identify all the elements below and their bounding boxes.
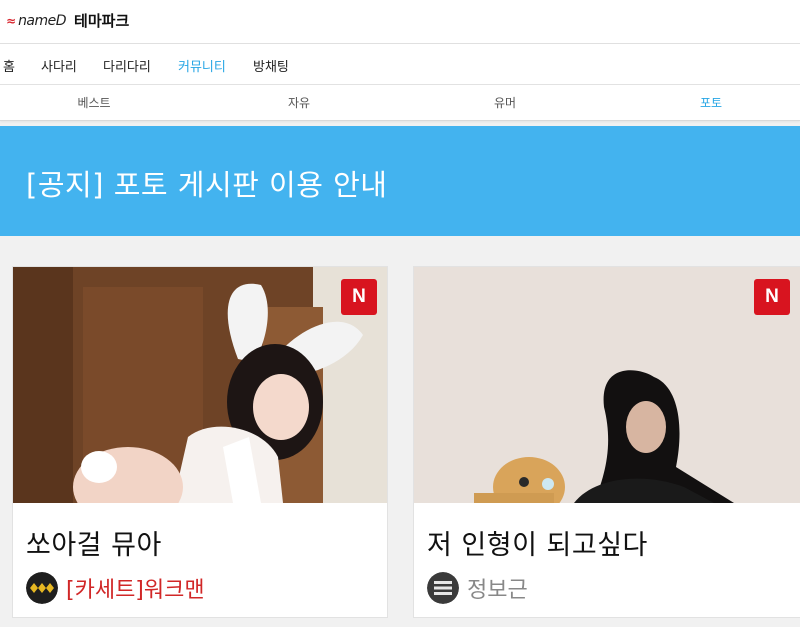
site-section-title[interactable]: 테마파크 xyxy=(74,10,129,31)
tab-best[interactable]: 베스트 xyxy=(77,94,110,111)
main-nav: 홈 사다리 다리다리 커뮤니티 방채팅 xyxy=(0,44,800,85)
nav-item-community[interactable]: 커뮤니티 xyxy=(178,56,226,75)
nav-item-ladder[interactable]: 사다리 xyxy=(41,56,77,75)
board-tabs: 베스트 자유 유머 포토 xyxy=(0,85,800,121)
logo-text: nameD xyxy=(18,12,67,29)
post-title[interactable]: 저 인형이 되고싶다 xyxy=(427,523,648,562)
post-title[interactable]: 쏘아걸 뮤아 xyxy=(26,523,162,562)
notice-banner[interactable]: [공지] 포토 게시판 이용 안내 xyxy=(0,126,800,236)
top-header: ≈ nameD 테마파크 xyxy=(0,0,800,44)
nav-item-home[interactable]: 홈 xyxy=(3,56,15,75)
triple-diamond-rank-icon xyxy=(26,572,58,604)
tab-free[interactable]: 자유 xyxy=(288,94,310,111)
nav-item-chat[interactable]: 방채팅 xyxy=(253,56,289,75)
thumbnail-image xyxy=(13,267,387,503)
new-badge: N xyxy=(754,279,790,315)
logo-mark-icon: ≈ xyxy=(6,13,16,28)
site-logo[interactable]: ≈ nameD 테마파크 xyxy=(6,10,129,31)
post-thumbnail[interactable]: N xyxy=(13,267,387,503)
post-card[interactable]: N 저 인형이 되고싶다 정보근 xyxy=(413,266,800,618)
list-rank-icon xyxy=(427,572,459,604)
new-badge: N xyxy=(341,279,377,315)
nav-item-daridari[interactable]: 다리다리 xyxy=(103,56,151,75)
notice-text: [공지] 포토 게시판 이용 안내 xyxy=(26,168,388,202)
post-card[interactable]: N 쏘아걸 뮤아 [카세트]워크맨 xyxy=(12,266,388,618)
post-author[interactable]: 정보근 xyxy=(427,572,528,604)
thumbnail-image xyxy=(414,267,800,503)
tab-photo[interactable]: 포토 xyxy=(700,94,722,111)
author-name: [카세트]워크맨 xyxy=(66,578,205,603)
post-thumbnail[interactable]: N xyxy=(414,267,800,503)
post-author[interactable]: [카세트]워크맨 xyxy=(26,572,205,604)
author-name: 정보근 xyxy=(467,578,528,603)
tab-humor[interactable]: 유머 xyxy=(494,94,516,111)
